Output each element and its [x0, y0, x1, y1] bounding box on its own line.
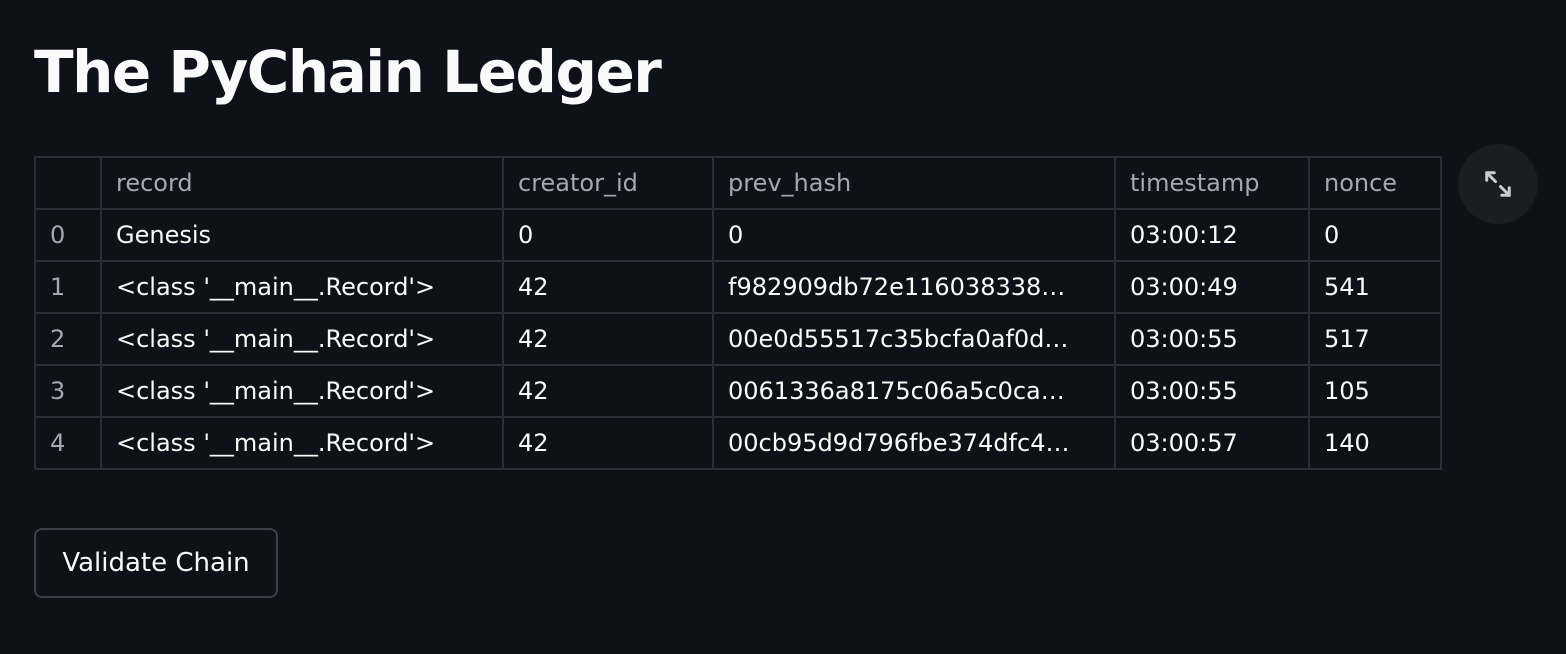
record-cell[interactable]: <class '__main__.Record'>: [100, 260, 504, 314]
prev-hash-cell[interactable]: 0061336a8175c06a5c0ca…: [712, 364, 1116, 418]
row-index[interactable]: 0: [34, 208, 102, 262]
ledger-table: record creator_id prev_hash timestamp no…: [34, 156, 1442, 470]
app-page: The PyChain Ledger record creator_id pre…: [0, 0, 1566, 654]
validate-chain-button[interactable]: Validate Chain: [34, 528, 278, 598]
row-index[interactable]: 2: [34, 312, 102, 366]
expand-icon: [1485, 171, 1511, 197]
nonce-cell[interactable]: 541: [1308, 260, 1442, 314]
column-header-prev-hash[interactable]: prev_hash: [712, 156, 1116, 210]
nonce-cell[interactable]: 517: [1308, 312, 1442, 366]
column-header-nonce[interactable]: nonce: [1308, 156, 1442, 210]
page-title: The PyChain Ledger: [34, 38, 662, 106]
table-row: 0 Genesis 0 0 03:00:12 0: [34, 208, 1442, 262]
row-index[interactable]: 1: [34, 260, 102, 314]
creator-id-cell[interactable]: 42: [502, 416, 714, 470]
row-index[interactable]: 4: [34, 416, 102, 470]
prev-hash-cell[interactable]: f982909db72e116038338…: [712, 260, 1116, 314]
record-cell[interactable]: Genesis: [100, 208, 504, 262]
fullscreen-button[interactable]: [1458, 144, 1538, 224]
table-row: 2 <class '__main__.Record'> 42 00e0d5551…: [34, 312, 1442, 366]
table-row: 4 <class '__main__.Record'> 42 00cb95d9d…: [34, 416, 1442, 470]
timestamp-cell[interactable]: 03:00:12: [1114, 208, 1310, 262]
ledger-table-container: record creator_id prev_hash timestamp no…: [34, 156, 1442, 470]
nonce-cell[interactable]: 140: [1308, 416, 1442, 470]
nonce-cell[interactable]: 0: [1308, 208, 1442, 262]
creator-id-cell[interactable]: 0: [502, 208, 714, 262]
prev-hash-cell[interactable]: 0: [712, 208, 1116, 262]
nonce-cell[interactable]: 105: [1308, 364, 1442, 418]
column-header-timestamp[interactable]: timestamp: [1114, 156, 1310, 210]
creator-id-cell[interactable]: 42: [502, 364, 714, 418]
table-row: 1 <class '__main__.Record'> 42 f982909db…: [34, 260, 1442, 314]
row-index[interactable]: 3: [34, 364, 102, 418]
record-cell[interactable]: <class '__main__.Record'>: [100, 312, 504, 366]
prev-hash-cell[interactable]: 00cb95d9d796fbe374dfc4…: [712, 416, 1116, 470]
creator-id-cell[interactable]: 42: [502, 260, 714, 314]
timestamp-cell[interactable]: 03:00:55: [1114, 312, 1310, 366]
creator-id-cell[interactable]: 42: [502, 312, 714, 366]
prev-hash-cell[interactable]: 00e0d55517c35bcfa0af0d…: [712, 312, 1116, 366]
column-header-record[interactable]: record: [100, 156, 504, 210]
column-header-index[interactable]: [34, 156, 102, 210]
timestamp-cell[interactable]: 03:00:57: [1114, 416, 1310, 470]
column-header-creator-id[interactable]: creator_id: [502, 156, 714, 210]
table-row: 3 <class '__main__.Record'> 42 0061336a8…: [34, 364, 1442, 418]
timestamp-cell[interactable]: 03:00:49: [1114, 260, 1310, 314]
record-cell[interactable]: <class '__main__.Record'>: [100, 416, 504, 470]
record-cell[interactable]: <class '__main__.Record'>: [100, 364, 504, 418]
table-header-row: record creator_id prev_hash timestamp no…: [34, 156, 1442, 210]
timestamp-cell[interactable]: 03:00:55: [1114, 364, 1310, 418]
